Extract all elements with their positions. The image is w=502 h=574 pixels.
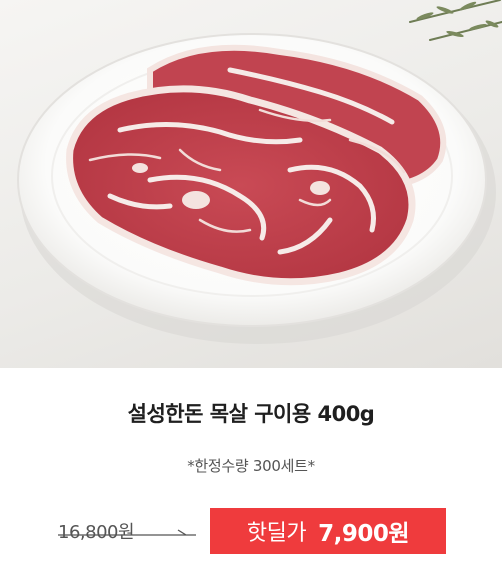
strikethrough-arrow-icon xyxy=(58,529,196,536)
hot-deal-badge[interactable]: 핫딜가 7,900원 xyxy=(210,508,446,554)
product-card[interactable]: 설성한돈 목살 구이용 400g *한정수량 300세트* 16,800원 핫딜… xyxy=(0,0,502,574)
limited-quantity-note: *한정수량 300세트* xyxy=(187,457,315,475)
product-title[interactable]: 설성한돈 목살 구이용 400g xyxy=(0,398,502,428)
product-image[interactable] xyxy=(0,0,502,368)
price-row: 16,800원 핫딜가 7,900원 xyxy=(0,505,502,555)
deal-label: 핫딜가 xyxy=(246,521,307,546)
deal-price: 7,900원 xyxy=(318,521,410,547)
